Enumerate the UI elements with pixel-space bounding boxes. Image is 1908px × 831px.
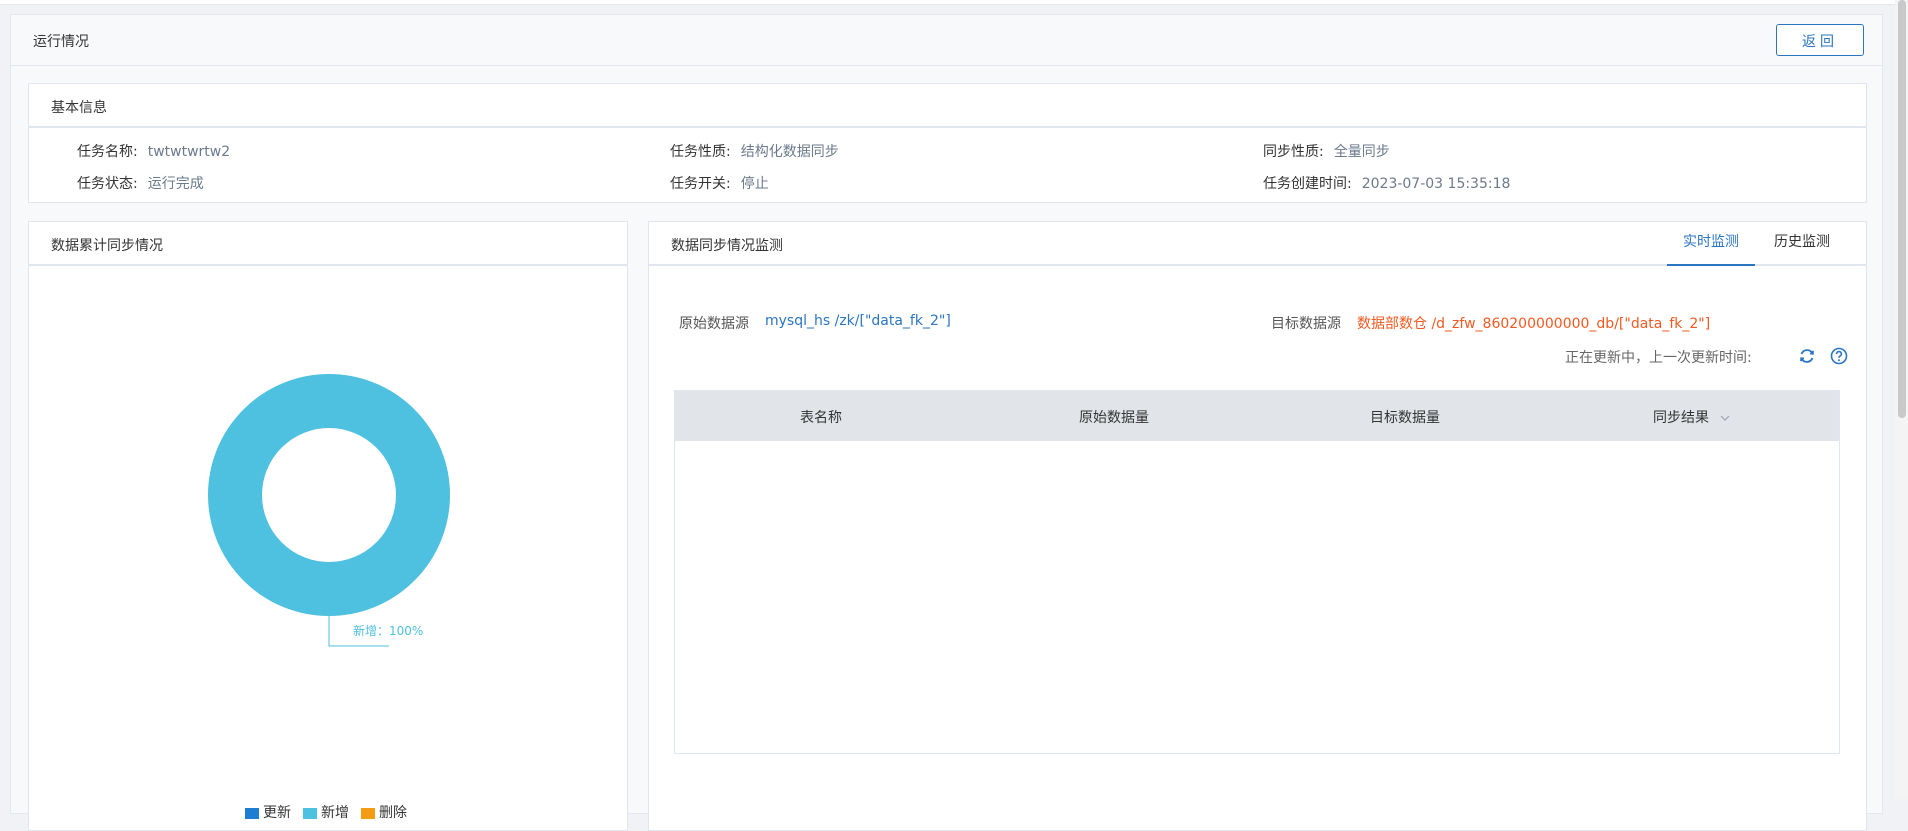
source-label: 原始数据源 bbox=[679, 316, 749, 332]
page-title: 运行情况 bbox=[33, 34, 89, 50]
chevron-down-icon bbox=[1721, 415, 1730, 421]
back-button[interactable]: 返回 bbox=[1776, 24, 1864, 56]
task-switch-label: 任务开关: bbox=[670, 176, 731, 192]
card-header: 运行情况 返回 bbox=[11, 15, 1882, 66]
donut-chart: 新增：100% bbox=[208, 374, 450, 647]
sync-monitor-header: 数据同步情况监测 实时监测 历史监测 bbox=[649, 222, 1866, 266]
basic-info-header: 基本信息 bbox=[29, 84, 1866, 128]
created-time-label: 任务创建时间: bbox=[1263, 176, 1352, 192]
help-icon[interactable] bbox=[1829, 346, 1849, 366]
sync-table-header: 表名称 原始数据量 目标数据量 同步结果 bbox=[675, 391, 1839, 441]
cumulative-sync-panel: 数据累计同步情况 新增：100% 更新 新增 删除 bbox=[28, 221, 628, 831]
task-switch-value: 停止 bbox=[740, 176, 769, 192]
task-name-value: twtwtwrtw2 bbox=[147, 144, 231, 160]
legend-label: 更新 bbox=[263, 805, 291, 821]
task-type-label: 任务性质: bbox=[670, 144, 731, 160]
task-switch-field: 任务开关: 停止 bbox=[670, 173, 769, 193]
sync-type-value: 全量同步 bbox=[1333, 144, 1390, 160]
legend-item-更新[interactable]: 更新 bbox=[245, 805, 291, 821]
tab-realtime[interactable]: 实时监测 bbox=[1667, 222, 1755, 266]
task-name-field: 任务名称: twtwtwrtw2 bbox=[77, 141, 230, 161]
col-sync-result[interactable]: 同步结果 bbox=[1653, 407, 1731, 427]
legend-swatch bbox=[303, 807, 317, 819]
col-sync-result-label: 同步结果 bbox=[1653, 410, 1709, 426]
basic-info-title: 基本信息 bbox=[51, 100, 107, 116]
legend-swatch bbox=[245, 807, 259, 819]
sync-monitor-panel: 数据同步情况监测 实时监测 历史监测 原始数据源 mysql_hs /zk/["… bbox=[648, 221, 1867, 831]
run-status-card: 运行情况 返回 基本信息 任务名称: twtwtwrtw2 任务性质: 结构化数据同… bbox=[10, 14, 1883, 831]
target-value: 数据部数仓 /d_zfw_860200000000_db/["data_fk_2… bbox=[1357, 316, 1711, 332]
col-source-count: 原始数据量 bbox=[1079, 410, 1149, 426]
legend-swatch bbox=[361, 807, 375, 819]
task-type-field: 任务性质: 结构化数据同步 bbox=[670, 141, 839, 161]
donut-slice-新增[interactable] bbox=[208, 374, 450, 616]
update-status-text: 正在更新中，上一次更新时间: bbox=[1565, 350, 1752, 366]
scrollbar-thumb[interactable] bbox=[1898, 0, 1906, 418]
legend-label: 删除 bbox=[379, 805, 407, 821]
sync-type-label: 同步性质: bbox=[1263, 144, 1324, 160]
basic-info-panel: 基本信息 任务名称: twtwtwrtw2 任务性质: 结构化数据同步 同步性质: 全… bbox=[28, 83, 1867, 203]
task-status-field: 任务状态: 运行完成 bbox=[77, 173, 204, 193]
task-type-value: 结构化数据同步 bbox=[740, 144, 839, 160]
cumulative-sync-title: 数据累计同步情况 bbox=[51, 238, 163, 254]
created-time-field: 任务创建时间: 2023-07-03 15:35:18 bbox=[1263, 173, 1510, 193]
col-table-name: 表名称 bbox=[800, 410, 842, 426]
data-label: 新增：100% bbox=[353, 623, 423, 638]
created-time-value: 2023-07-03 15:35:18 bbox=[1361, 176, 1511, 192]
task-status-label: 任务状态: bbox=[77, 176, 138, 192]
legend-label: 新增 bbox=[321, 805, 349, 821]
cumulative-sync-header: 数据累计同步情况 bbox=[29, 222, 627, 266]
target-label: 目标数据源 bbox=[1271, 316, 1341, 332]
sync-table: 表名称 原始数据量 目标数据量 同步结果 bbox=[674, 390, 1840, 754]
tab-history[interactable]: 历史监测 bbox=[1767, 222, 1837, 266]
legend-item-新增[interactable]: 新增 bbox=[303, 805, 349, 821]
sync-monitor-title: 数据同步情况监测 bbox=[671, 238, 783, 254]
col-target-count: 目标数据量 bbox=[1370, 410, 1440, 426]
task-name-label: 任务名称: bbox=[77, 144, 138, 160]
page-scrollbar[interactable] bbox=[1895, 0, 1908, 799]
source-value: mysql_hs /zk/["data_fk_2"] bbox=[765, 313, 951, 329]
refresh-icon[interactable] bbox=[1797, 346, 1817, 366]
legend-item-删除[interactable]: 删除 bbox=[361, 805, 407, 821]
task-status-value: 运行完成 bbox=[147, 176, 204, 192]
top-bar bbox=[0, 0, 1895, 5]
chart-legend: 更新 新增 删除 bbox=[245, 802, 419, 822]
sync-type-field: 同步性质: 全量同步 bbox=[1263, 141, 1390, 161]
